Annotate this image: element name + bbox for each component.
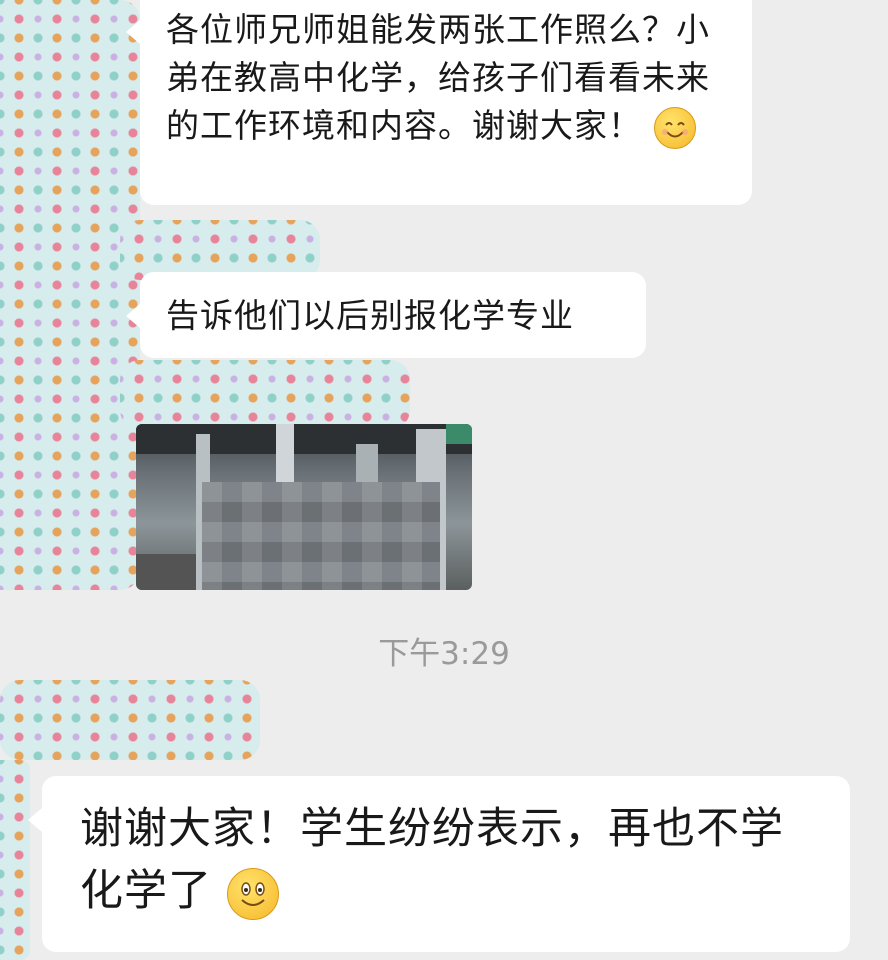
message-text: 各位师兄师姐能发两张工作照么？小弟在教高中化学，给孩子们看看未来的工作环境和内容… — [166, 6, 726, 150]
reply-avatar-decoration — [0, 680, 260, 760]
sender-avatar-decoration — [0, 0, 140, 590]
message-text: 告诉他们以后别报化学专业 — [166, 296, 574, 335]
message-text: 谢谢大家！学生纷纷表示，再也不学化学了 — [80, 798, 812, 922]
timestamp: 下午3:29 — [378, 636, 510, 672]
message-bubble[interactable]: 谢谢大家！学生纷纷表示，再也不学化学了 — [28, 776, 850, 952]
reply-avatar-decoration — [0, 760, 30, 960]
message-bubble[interactable]: 各位师兄师姐能发两张工作照么？小弟在教高中化学，给孩子们看看未来的工作环境和内容… — [126, 0, 752, 205]
sender-avatar-decoration — [120, 220, 320, 280]
smiling-face-icon — [653, 106, 696, 149]
pixelated-area — [202, 482, 440, 590]
message-bubble[interactable]: 告诉他们以后别报化学专业 — [126, 272, 646, 358]
grinning-face-icon — [226, 867, 279, 920]
sender-avatar-decoration — [120, 360, 410, 430]
